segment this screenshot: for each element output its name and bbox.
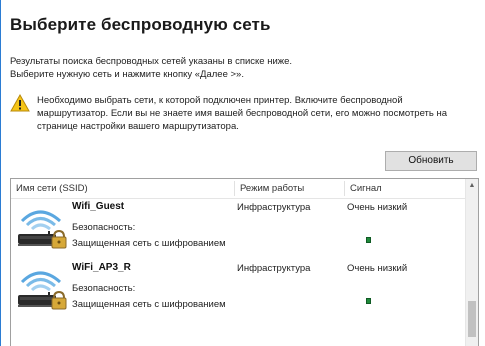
wireless-network-dialog: Выберите беспроводную сеть Результаты по… [0,0,485,346]
warning-text: Необходимо выбрать сети, к которой подкл… [37,94,477,133]
security-value: Защищенная сеть с шифрованием [72,238,226,249]
wireless-router-locked-icon [18,271,67,310]
warning-line-1: Необходимо выбрать сети, к которой подкл… [37,95,403,106]
security-value: Защищенная сеть с шифрованием [72,299,226,310]
warning-line-2: маршрутизатор. Если вы не знаете имя ваш… [37,108,448,119]
description-line-1: Результаты поиска беспроводных сетей ука… [10,56,293,67]
mode-value: Инфраструктура [237,263,311,274]
security-label: Безопасность: [72,283,136,294]
scroll-up-arrow-icon[interactable]: ▲ [466,179,478,193]
network-row[interactable]: Wifi_Guest Безопасность: Защищенная сеть… [11,199,466,261]
description-line-2: Выберите нужную сеть и нажмите кнопку «Д… [10,69,244,80]
signal-strength-icon [366,237,371,243]
network-row[interactable]: WiFi_AP3_R Безопасность: Защищенная сеть… [11,260,466,322]
mode-value: Инфраструктура [237,202,311,213]
warning-line-3: странице настройки вашего маршрутизатора… [37,121,239,132]
security-label: Безопасность: [72,222,136,233]
column-header-signal[interactable]: Сигнал [345,179,466,198]
ssid-label: WiFi_AP3_R [72,262,131,273]
refresh-button[interactable]: Обновить [385,151,477,171]
description: Результаты поиска беспроводных сетей ука… [10,55,292,81]
signal-strength-icon [366,298,371,304]
signal-value: Очень низкий [347,202,408,213]
column-header-ssid[interactable]: Имя сети (SSID) [11,179,234,198]
warning-triangle-icon [10,94,30,112]
network-list[interactable]: Имя сети (SSID) Режим работы Сигнал Wifi… [10,178,479,346]
ssid-label: Wifi_Guest [72,201,125,212]
vertical-scrollbar[interactable]: ▲ [465,179,478,346]
scroll-thumb[interactable] [468,301,476,337]
page-title: Выберите беспроводную сеть [10,15,271,34]
signal-value: Очень низкий [347,263,408,274]
list-header: Имя сети (SSID) Режим работы Сигнал [11,179,466,199]
column-header-mode[interactable]: Режим работы [235,179,344,198]
wireless-router-locked-icon [18,210,67,249]
